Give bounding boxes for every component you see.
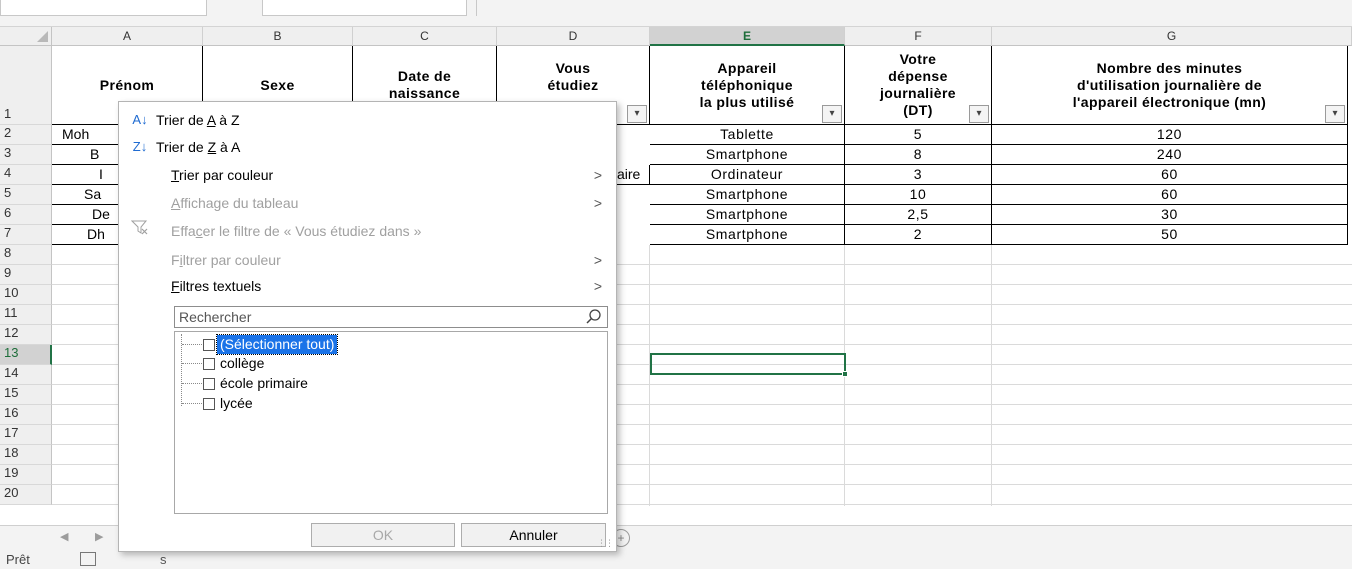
cell-d4[interactable]: aire: [617, 165, 650, 185]
prev-sheet-arrow-icon[interactable]: ◀: [60, 530, 68, 543]
row-header-2[interactable]: 2: [0, 125, 52, 145]
header-cell-appareil[interactable]: Appareil téléphonique la plus utilisé: [650, 46, 845, 125]
formula-buttons-area[interactable]: [262, 0, 467, 16]
menu-text-filters[interactable]: Filtres textuels >: [119, 273, 616, 299]
chevron-right-icon: >: [593, 167, 602, 183]
menu-filter-by-color: Filtrer par couleur >: [119, 247, 616, 273]
cell-f6[interactable]: 2,5: [845, 205, 992, 225]
sort-descending-icon: Z↓: [132, 139, 148, 154]
menu-clear-filter: Effacer le filtre de « Vous étudiez dans…: [119, 218, 616, 244]
resize-grip-icon[interactable]: ⋮⋮: [597, 538, 614, 549]
list-item[interactable]: collège: [175, 354, 595, 374]
list-item[interactable]: lycée: [175, 394, 595, 414]
header-cell-minutes[interactable]: Nombre des minutes d'utilisation journal…: [992, 46, 1348, 125]
row-header-13[interactable]: 13: [0, 345, 52, 365]
column-header-g[interactable]: G: [992, 27, 1352, 46]
column-header-e[interactable]: E: [650, 27, 845, 46]
status-bar: Prêt s: [0, 550, 1352, 569]
cell-e3[interactable]: Smartphone: [650, 145, 845, 165]
cell-f2[interactable]: 5: [845, 125, 992, 145]
chevron-down-icon: ▾: [829, 108, 835, 119]
cell-f3[interactable]: 8: [845, 145, 992, 165]
cell-e5[interactable]: Smartphone: [650, 185, 845, 205]
chevron-right-icon: >: [593, 195, 602, 211]
name-box[interactable]: [0, 0, 207, 16]
list-item[interactable]: école primaire: [175, 374, 595, 394]
row-header-10[interactable]: 10: [0, 285, 52, 305]
menu-sort-z-a[interactable]: Z↓ Trier de Z à A: [119, 134, 616, 160]
row-header-8[interactable]: 8: [0, 245, 52, 265]
sort-ascending-icon: A↓: [132, 112, 148, 127]
cell-g6[interactable]: 30: [992, 205, 1348, 225]
list-item[interactable]: (Sélectionner tout): [175, 334, 595, 355]
value-checkbox[interactable]: [203, 378, 215, 390]
cell-f4[interactable]: 3: [845, 165, 992, 185]
filter-dropdown-d[interactable]: ▾: [627, 105, 647, 123]
search-input[interactable]: Rechercher: [174, 306, 608, 328]
value-checkbox[interactable]: [203, 358, 215, 370]
accessibility-status[interactable]: s: [160, 552, 167, 567]
column-header-f[interactable]: F: [845, 27, 992, 46]
autofilter-dropdown-menu: A↓ Trier de A à Z Z↓ Trier de Z à A Trie…: [118, 101, 617, 552]
macro-record-icon[interactable]: [80, 552, 96, 566]
filter-dropdown-g[interactable]: ▾: [1325, 105, 1345, 123]
chevron-down-icon: ▾: [1332, 108, 1338, 119]
chevron-down-icon: ▾: [634, 108, 640, 119]
value-checkbox[interactable]: [203, 398, 215, 410]
row-header-20[interactable]: 20: [0, 485, 52, 505]
formula-bar-area: [0, 0, 1352, 27]
chevron-down-icon: ▾: [976, 108, 982, 119]
column-header-a[interactable]: A: [52, 27, 203, 46]
column-header-c[interactable]: C: [353, 27, 497, 46]
cell-e6[interactable]: Smartphone: [650, 205, 845, 225]
chevron-right-icon: >: [593, 278, 602, 294]
cell-f5[interactable]: 10: [845, 185, 992, 205]
formula-bar-separator: [476, 0, 477, 16]
cell-e2[interactable]: Tablette: [650, 125, 845, 145]
row-header-5[interactable]: 5: [0, 185, 52, 205]
row-header-17[interactable]: 17: [0, 425, 52, 445]
row-header-11[interactable]: 11: [0, 305, 52, 325]
cell-g3[interactable]: 240: [992, 145, 1348, 165]
cell-g7[interactable]: 50: [992, 225, 1348, 245]
cell-g2[interactable]: 120: [992, 125, 1348, 145]
menu-sort-by-color[interactable]: Trier par couleur >: [119, 162, 616, 188]
cell-e7[interactable]: Smartphone: [650, 225, 845, 245]
menu-sort-a-z[interactable]: A↓ Trier de A à Z: [119, 107, 616, 133]
next-sheet-arrow-icon[interactable]: ▶: [95, 530, 103, 543]
row-header-12[interactable]: 12: [0, 325, 52, 345]
filter-values-list: (Sélectionner tout) collège école primai…: [174, 331, 608, 514]
row-header-4[interactable]: 4: [0, 165, 52, 185]
active-cell-e13[interactable]: [650, 353, 846, 375]
menu-table-view: Affichage du tableau >: [119, 190, 616, 216]
row-header-6[interactable]: 6: [0, 205, 52, 225]
row-header-16[interactable]: 16: [0, 405, 52, 425]
ok-button[interactable]: OK: [311, 523, 455, 547]
filter-dropdown-f[interactable]: ▾: [969, 105, 989, 123]
cell-e4[interactable]: Ordinateur: [650, 165, 845, 185]
status-ready: Prêt: [6, 552, 30, 567]
select-all-corner[interactable]: [0, 27, 52, 46]
row-header-7[interactable]: 7: [0, 225, 52, 245]
chevron-right-icon: >: [593, 252, 602, 268]
cell-g5[interactable]: 60: [992, 185, 1348, 205]
select-all-checkbox[interactable]: [203, 339, 215, 351]
row-header-9[interactable]: 9: [0, 265, 52, 285]
search-icon: [585, 308, 603, 329]
row-header-14[interactable]: 14: [0, 365, 52, 385]
row-header-1[interactable]: 1: [0, 46, 52, 125]
fill-handle[interactable]: [842, 371, 848, 377]
clear-filter-icon: [129, 218, 151, 244]
filter-dropdown-e[interactable]: ▾: [822, 105, 842, 123]
cell-g4[interactable]: 60: [992, 165, 1348, 185]
column-header-d[interactable]: D: [497, 27, 650, 46]
cell-f7[interactable]: 2: [845, 225, 992, 245]
cancel-button[interactable]: Annuler: [461, 523, 606, 547]
row-header-3[interactable]: 3: [0, 145, 52, 165]
row-header-18[interactable]: 18: [0, 445, 52, 465]
column-header-b[interactable]: B: [203, 27, 353, 46]
row-header-15[interactable]: 15: [0, 385, 52, 405]
search-placeholder: Rechercher: [179, 309, 252, 325]
row-header-19[interactable]: 19: [0, 465, 52, 485]
